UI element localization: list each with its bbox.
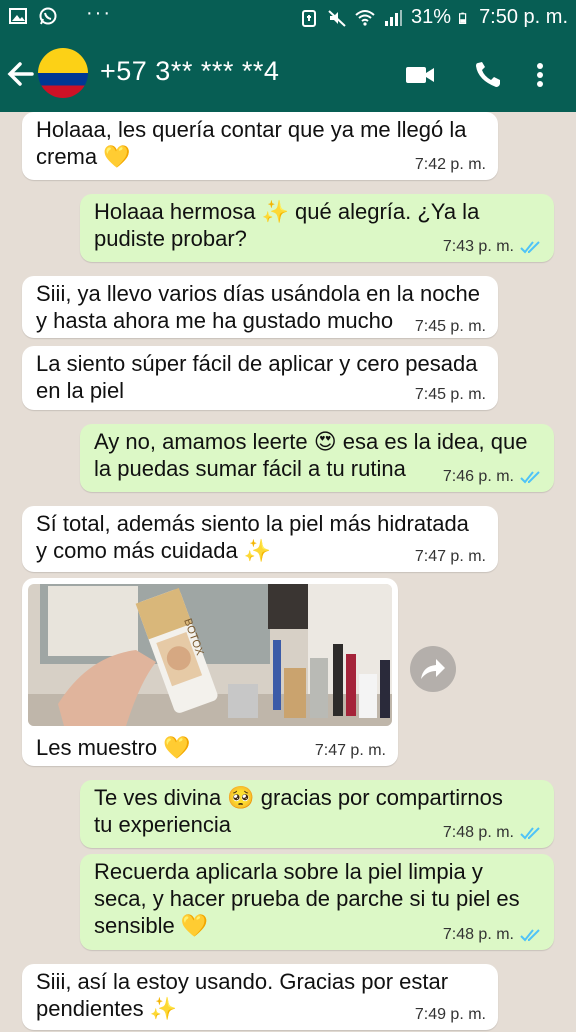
- read-receipt-icon: [520, 827, 540, 840]
- message-outgoing[interactable]: Recuerda aplicarla sobre la piel limpia …: [80, 854, 554, 950]
- more-notifications-indicator: ···: [86, 2, 112, 24]
- message-line: Recuerda aplicarla sobre la piel limpia …: [94, 859, 483, 884]
- battery-icon: [459, 12, 467, 24]
- message-line: Ay no, amamos leerte 😍 esa es la idea, q…: [94, 429, 528, 454]
- message-meta: 7:47 p. m.: [415, 548, 486, 566]
- message-time: 7:47 p. m.: [414, 548, 486, 565]
- message-line: seca, y hacer prueba de parche si tu pie…: [94, 886, 520, 911]
- chat-area[interactable]: Holaaa, les quería contar que ya me lleg…: [0, 112, 576, 1032]
- whatsapp-notification-icon: [39, 7, 57, 25]
- message-line: Sí total, además siento la piel más hidr…: [36, 511, 469, 536]
- message-line: Siii, así la estoy usando. Gracias por e…: [36, 969, 449, 994]
- message-incoming-photo[interactable]: BOTOX Les muestro 💛 7:47 p. m.: [22, 578, 398, 766]
- contact-name[interactable]: +57 3** *** **4: [100, 56, 279, 87]
- message-meta: 7:47 p. m.: [315, 742, 386, 760]
- signal-icon: [385, 9, 403, 26]
- message-time: 7:43 p. m.: [442, 238, 514, 255]
- message-line: Holaaa, les quería contar que ya me lleg…: [36, 117, 467, 142]
- forward-icon: [421, 659, 445, 679]
- message-line: Siii, ya llevo varios días usándola en l…: [36, 281, 480, 306]
- message-time: 7:48 p. m.: [442, 824, 514, 841]
- system-status: 31% 7:50 p. m.: [299, 6, 568, 29]
- wifi-icon: [355, 9, 375, 26]
- contact-avatar[interactable]: [38, 48, 88, 98]
- gallery-notification-icon: [9, 8, 27, 24]
- message-time: 7:48 p. m.: [442, 926, 514, 943]
- message-time: 7:46 p. m.: [442, 468, 514, 485]
- message-meta: 7:46 p. m.: [443, 468, 542, 486]
- data-saver-icon: [302, 9, 317, 27]
- colombia-flag-icon: [38, 48, 88, 98]
- message-outgoing[interactable]: Ay no, amamos leerte 😍 esa es la idea, q…: [80, 424, 554, 492]
- message-incoming[interactable]: Siii, ya llevo varios días usándola en l…: [22, 276, 498, 338]
- message-time: 7:47 p. m.: [314, 742, 386, 759]
- message-outgoing[interactable]: Holaaa hermosa ✨ qué alegría. ¿Ya la pud…: [80, 194, 554, 262]
- message-line: Te ves divina 🥺 gracias por compartirnos: [94, 785, 503, 810]
- status-bar: ··· 31% 7:50 p. m.: [0, 0, 576, 36]
- phone-icon[interactable]: [472, 60, 504, 90]
- message-incoming[interactable]: La siento súper fácil de aplicar y cero …: [22, 346, 498, 410]
- message-meta: 7:42 p. m.: [415, 156, 486, 174]
- message-time: 7:49 p. m.: [414, 1006, 486, 1023]
- read-receipt-icon: [520, 929, 540, 942]
- photo-product-in-hand: BOTOX: [28, 584, 392, 726]
- more-vert-icon[interactable]: [530, 60, 550, 90]
- mute-icon: [328, 9, 346, 27]
- status-time: 7:50 p. m.: [479, 6, 568, 28]
- back-arrow-icon[interactable]: [6, 56, 36, 92]
- message-time: 7:45 p. m.: [414, 386, 486, 403]
- message-meta: 7:45 p. m.: [415, 386, 486, 404]
- message-meta: 7:45 p. m.: [415, 318, 486, 336]
- read-receipt-icon: [520, 241, 540, 254]
- message-time: 7:42 p. m.: [414, 156, 486, 173]
- message-line: Holaaa hermosa ✨ qué alegría. ¿Ya la: [94, 199, 480, 224]
- shared-photo[interactable]: BOTOX: [28, 584, 392, 726]
- message-text: Les muestro 💛: [36, 735, 191, 760]
- message-meta: 7:43 p. m.: [443, 238, 542, 256]
- message-time: 7:45 p. m.: [414, 318, 486, 335]
- message-line: La siento súper fácil de aplicar y cero …: [36, 351, 478, 376]
- message-outgoing[interactable]: Te ves divina 🥺 gracias por compartirnos…: [80, 780, 554, 848]
- message-meta: 7:48 p. m.: [443, 824, 542, 842]
- message-incoming[interactable]: Holaaa, les quería contar que ya me lleg…: [22, 112, 498, 180]
- message-incoming[interactable]: Siii, así la estoy usando. Gracias por e…: [22, 964, 498, 1030]
- message-meta: 7:49 p. m.: [415, 1006, 486, 1024]
- message-incoming[interactable]: Sí total, además siento la piel más hidr…: [22, 506, 498, 572]
- notification-icons: [8, 6, 58, 26]
- video-call-icon[interactable]: [404, 60, 436, 90]
- forward-button[interactable]: [410, 646, 456, 692]
- message-meta: 7:48 p. m.: [443, 926, 542, 944]
- read-receipt-icon: [520, 471, 540, 484]
- chat-header: +57 3** *** **4: [0, 36, 576, 112]
- battery-percent: 31%: [411, 6, 452, 28]
